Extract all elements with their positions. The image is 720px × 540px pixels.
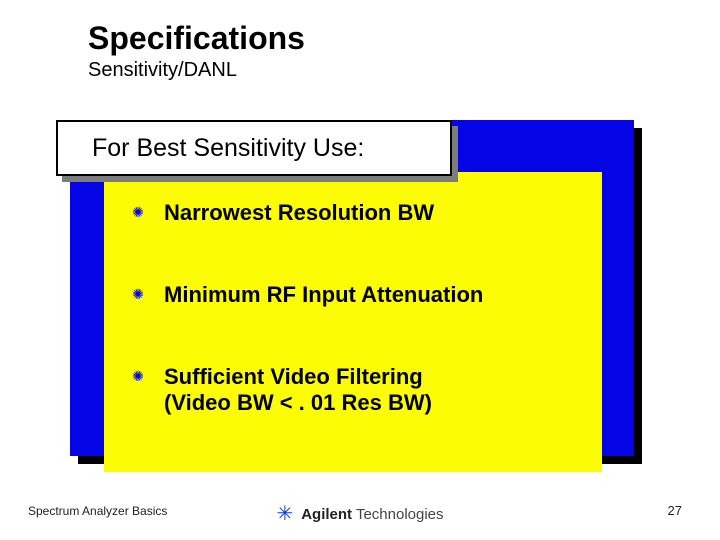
starburst-icon: ✺ xyxy=(130,368,146,384)
list-item: ✺ Sufficient Video Filtering(Video BW < … xyxy=(130,364,580,416)
slide-subtitle: Sensitivity/DANL xyxy=(88,59,305,82)
bullet-text: Sufficient Video Filtering(Video BW < . … xyxy=(164,364,432,416)
footer-logo: ✳ Agilent Technologies xyxy=(276,504,443,524)
list-item: ✺ Narrowest Resolution BW xyxy=(130,200,580,226)
slide-title: Specifications xyxy=(88,20,305,57)
page-number: 27 xyxy=(668,503,682,518)
bullet-list: ✺ Narrowest Resolution BW ✺ Minimum RF I… xyxy=(130,200,580,416)
slide: Specifications Sensitivity/DANL For Best… xyxy=(0,0,720,540)
logo-brand-bold: Agilent xyxy=(301,506,352,523)
title-block: Specifications Sensitivity/DANL xyxy=(88,20,305,82)
starburst-icon: ✺ xyxy=(130,286,146,302)
callout-text: For Best Sensitivity Use: xyxy=(92,134,364,163)
logo-brand-rest: Technologies xyxy=(352,506,443,523)
starburst-icon: ✺ xyxy=(130,204,146,220)
bullet-text: Narrowest Resolution BW xyxy=(164,200,434,226)
footer-left: Spectrum Analyzer Basics xyxy=(28,504,167,518)
logo-burst-icon: ✳ xyxy=(276,504,293,524)
bullet-text: Minimum RF Input Attenuation xyxy=(164,282,483,308)
logo-text: Agilent Technologies xyxy=(301,506,443,523)
list-item: ✺ Minimum RF Input Attenuation xyxy=(130,282,580,308)
callout-box: For Best Sensitivity Use: xyxy=(56,120,452,176)
